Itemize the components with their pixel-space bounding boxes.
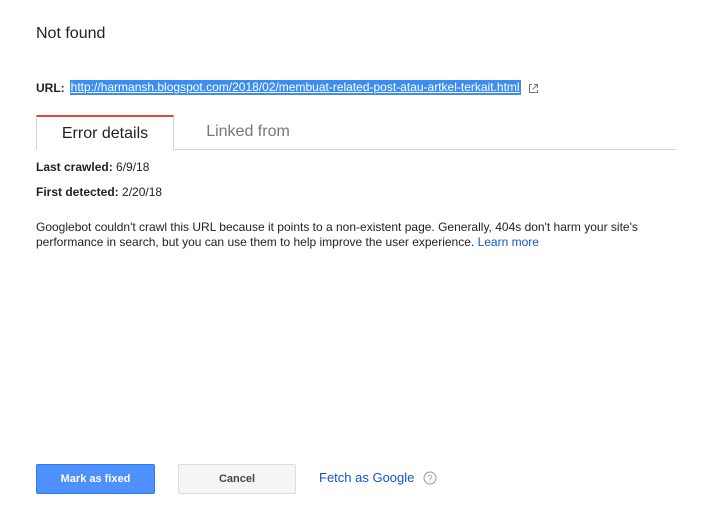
cancel-button[interactable]: Cancel [178, 464, 296, 494]
mark-as-fixed-button[interactable]: Mark as fixed [36, 464, 155, 494]
tab-error-details[interactable]: Error details [36, 115, 174, 150]
last-crawled-value: 6/9/18 [116, 160, 150, 174]
learn-more-link[interactable]: Learn more [478, 235, 539, 249]
first-detected-value: 2/20/18 [122, 185, 163, 199]
url-label: URL: [36, 80, 65, 95]
dialog-title: Not found [36, 25, 106, 42]
url-row: URL: http://harmansh.blogspot.com/2018/0… [36, 80, 539, 95]
tab-linked-from[interactable]: Linked from [174, 115, 322, 149]
svg-text:?: ? [428, 473, 433, 483]
fetch-as-google-link[interactable]: Fetch as Google [319, 470, 414, 485]
fetch-as-google: Fetch as Google ? [319, 470, 437, 485]
external-link-icon[interactable] [528, 83, 539, 94]
first-detected-row: First detected: 2/20/18 [36, 185, 162, 199]
last-crawled-row: Last crawled: 6/9/18 [36, 160, 149, 174]
last-crawled-label: Last crawled: [36, 160, 117, 174]
first-detected-label: First detected: [36, 185, 123, 199]
description-text: Googlebot couldn't crawl this URL becaus… [36, 220, 638, 249]
url-link[interactable]: http://harmansh.blogspot.com/2018/02/mem… [69, 80, 521, 95]
error-description: Googlebot couldn't crawl this URL becaus… [36, 220, 676, 250]
tab-bar: Error details Linked from [36, 115, 676, 150]
not-found-dialog: Not found URL: http://harmansh.blogspot.… [0, 0, 708, 515]
help-circle-icon[interactable]: ? [423, 471, 437, 485]
